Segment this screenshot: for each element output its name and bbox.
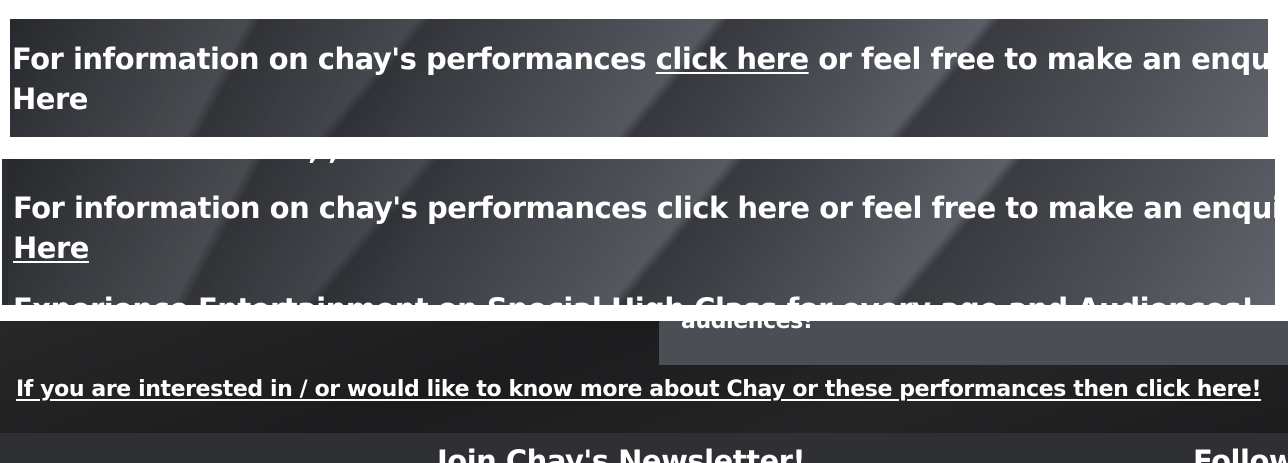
- performance-info-suffix: or feel free to make an enquiry: [808, 42, 1268, 76]
- enquiry-here-link[interactable]: Here: [12, 81, 88, 117]
- performances-click-here-link[interactable]: click here: [656, 42, 809, 76]
- performance-info-banner-repeat: , , For information on chay's performanc…: [2, 159, 1275, 305]
- performance-info-prefix: For information on chay's performances: [12, 42, 656, 76]
- more-about-chay-link[interactable]: If you are interested in / or would like…: [16, 377, 1261, 402]
- cut-off-panel: audiences!: [659, 321, 1288, 365]
- newsletter-heading: Join Chay's Newsletter!: [437, 444, 806, 463]
- performance-info-banner: For information on chay's performances c…: [10, 19, 1268, 137]
- cut-off-heading-bottom: Experience Entertainment on Special High…: [13, 291, 1254, 305]
- chay-interest-section: audiences! If you are interested in / or…: [0, 321, 1288, 433]
- panel-text-audiences: audiences!: [681, 321, 813, 334]
- footer-bar: Join Chay's Newsletter! Follow: [0, 433, 1288, 463]
- follow-heading: Follow: [1193, 444, 1288, 463]
- performance-info-text: For information on chay's performances c…: [12, 41, 1268, 77]
- cut-off-heading-top: , ,: [308, 159, 339, 167]
- enquiry-here-link-repeat[interactable]: Here: [13, 230, 89, 266]
- performance-info-text-repeat: For information on chay's performances c…: [13, 191, 1275, 225]
